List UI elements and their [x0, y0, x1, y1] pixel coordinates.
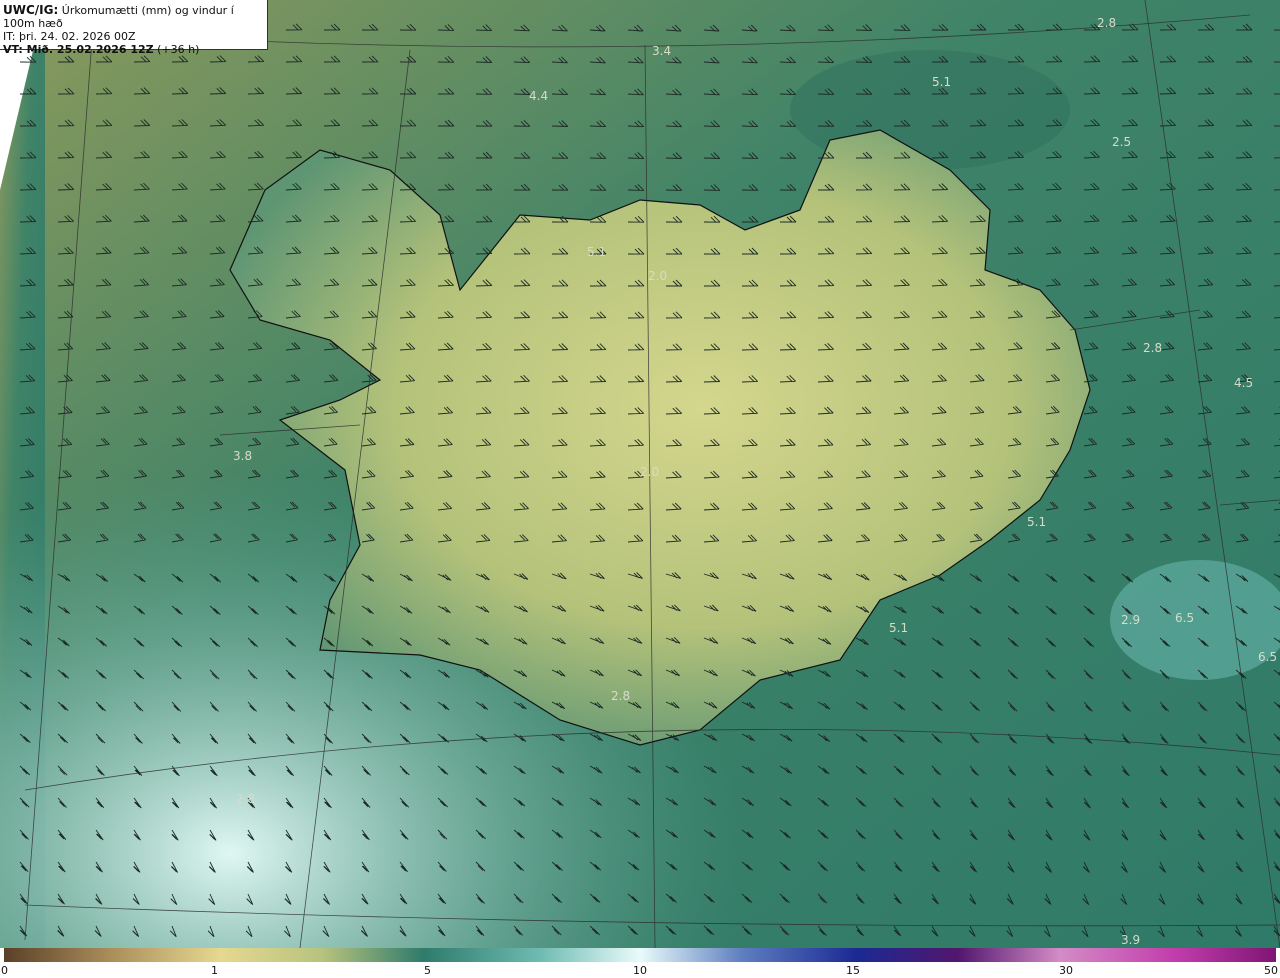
lead-time: (+36 h)	[157, 43, 200, 56]
value-label: 2.0	[640, 465, 659, 479]
title-line: UWC/IG: Úrkomumætti (mm) og vindur í 100…	[3, 3, 267, 31]
init-time: IT: þri. 24. 02. 2026 00Z	[3, 30, 136, 43]
value-label: 5.1	[889, 621, 908, 635]
value-label: 5.1	[1027, 515, 1046, 529]
value-label: 6.5	[1175, 611, 1194, 625]
colorbar-tick: 30	[1059, 964, 1073, 977]
value-label: 2.9	[1121, 613, 1140, 627]
product-code: UWC/IG:	[3, 3, 59, 17]
value-label: 2.0	[648, 269, 667, 283]
value-label: 5.1	[932, 75, 951, 89]
value-label: 3.8	[233, 449, 252, 463]
valid-time-line: VT: Mið. 25.02.2026 12Z (+36 h)	[3, 43, 267, 56]
colorbar: 0 1 5 10 15 30 50	[0, 948, 1280, 978]
value-label: 4.5	[1234, 376, 1253, 390]
value-label: 3.4	[652, 44, 671, 58]
value-label: 2.8	[1143, 341, 1162, 355]
value-label: 4.4	[529, 89, 548, 103]
value-label: 2.8	[236, 792, 255, 806]
info-box: UWC/IG: Úrkomumætti (mm) og vindur í 100…	[0, 0, 268, 56]
colorbar-tick: 15	[846, 964, 860, 977]
value-label: 6.5	[1258, 650, 1277, 664]
colorbar-tick: 0	[1, 964, 8, 977]
colorbar-tick: 5	[424, 964, 431, 977]
colorbar-tick: 10	[633, 964, 647, 977]
value-label: 3.9	[1121, 933, 1140, 947]
colorbar-tick: 50	[1264, 964, 1278, 977]
precipitation-map: 2.8 3.4 4.4 5.1 2.5 5.1 2.0 3.8 4.5 5.1 …	[0, 0, 1280, 948]
colorbar-gradient	[4, 948, 1276, 962]
value-label: 2.5	[1112, 135, 1131, 149]
value-label: 5.1	[587, 245, 606, 259]
value-label: 2.8	[611, 689, 630, 703]
value-label: 2.8	[1097, 16, 1116, 30]
valid-time: VT: Mið. 25.02.2026 12Z	[3, 43, 154, 56]
colorbar-tick: 1	[211, 964, 218, 977]
